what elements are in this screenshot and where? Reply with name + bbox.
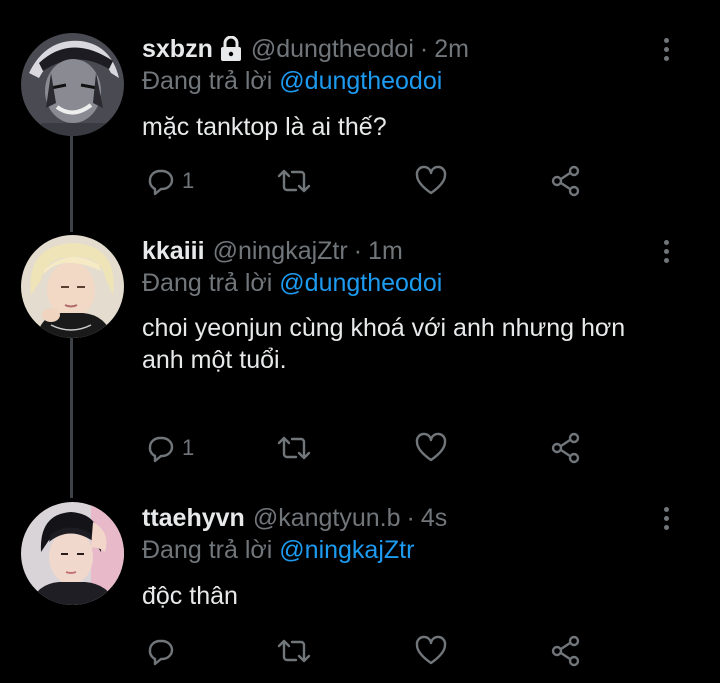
mention-link[interactable]: @ningkajZtr: [279, 536, 414, 564]
replying-to: Đang trả lời @ningkajZtr: [142, 536, 414, 565]
tweet-text-line: độc thân: [142, 582, 238, 610]
display-name[interactable]: ttaehyvn: [142, 504, 245, 533]
timestamp[interactable]: 2m: [434, 35, 469, 64]
tweet-text: mặc tanktop là ai thế?: [142, 111, 702, 143]
share-button[interactable]: [550, 430, 582, 466]
action-bar: 1: [142, 430, 702, 466]
share-button[interactable]: [550, 163, 582, 199]
tweet-text: choi yeonjun cùng khoá với anh nhưng hơn…: [142, 312, 702, 376]
blonde-person-avatar: [21, 235, 124, 338]
avatar[interactable]: [21, 33, 124, 136]
share-icon: [551, 635, 580, 667]
reply-icon: [148, 169, 174, 196]
reply-icon: [148, 639, 174, 666]
mention-link[interactable]: @dungtheodoi: [279, 269, 442, 297]
separator-dot: ·: [353, 236, 363, 265]
retweet-button[interactable]: [276, 633, 312, 669]
reply-icon: [148, 436, 174, 463]
avatar[interactable]: [21, 235, 124, 338]
heart-icon: [415, 432, 447, 462]
like-button[interactable]: [414, 163, 448, 199]
more-vertical-icon[interactable]: [656, 235, 676, 267]
user-handle[interactable]: @dungtheodoi: [251, 35, 414, 64]
share-button[interactable]: [550, 633, 582, 669]
dark-haired-person-avatar: [21, 502, 124, 605]
reply-button[interactable]: [144, 633, 176, 669]
separator-dot: ·: [406, 503, 415, 532]
retweet-icon: [277, 639, 311, 663]
reply-count: 1: [182, 435, 195, 460]
action-bar: [142, 633, 702, 669]
tweet-text-line: choi yeonjun cùng khoá với anh nhưng hơn: [142, 314, 626, 342]
anime-character-avatar: [21, 33, 124, 136]
share-icon: [551, 165, 580, 197]
replying-to: Đang trả lời @dungtheodoi: [142, 269, 442, 298]
replying-prefix: Đang trả lời: [142, 269, 280, 297]
retweet-icon: [277, 436, 311, 460]
tweet-text-line: anh một tuổi.: [142, 346, 287, 374]
timestamp[interactable]: 1m: [368, 237, 403, 266]
more-vertical-icon[interactable]: [656, 502, 676, 534]
share-icon: [551, 432, 580, 464]
timestamp[interactable]: 4s: [421, 504, 447, 533]
tweet-header: kkaiii @ningkajZtr · 1m: [142, 235, 403, 267]
tweet-text: độc thân: [142, 580, 702, 612]
display-name[interactable]: sxbzn: [142, 35, 213, 64]
separator-dot: ·: [419, 34, 429, 63]
tweet[interactable]: ttaehyvn @kangtyun.b · 4s Đang trả lời @…: [0, 502, 720, 677]
reply-button[interactable]: 1: [144, 163, 194, 199]
heart-icon: [415, 635, 447, 665]
reply-button[interactable]: 1: [144, 430, 194, 466]
mention-link[interactable]: @dungtheodoi: [279, 67, 442, 95]
display-name[interactable]: kkaiii: [142, 237, 205, 266]
retweet-icon: [277, 169, 311, 193]
tweet-header: ttaehyvn @kangtyun.b · 4s: [142, 502, 447, 534]
tweet-text-line: mặc tanktop là ai thế?: [142, 113, 387, 141]
user-handle[interactable]: @kangtyun.b: [253, 504, 401, 533]
tweet[interactable]: kkaiii @ningkajZtr · 1m Đang trả lời @du…: [0, 235, 720, 475]
tweet[interactable]: sxbzn @dungtheodoi · 2m Đang trả lời @du…: [0, 33, 720, 203]
heart-icon: [415, 165, 447, 195]
user-handle[interactable]: @ningkajZtr: [213, 237, 348, 266]
like-button[interactable]: [414, 430, 448, 466]
replying-to: Đang trả lời @dungtheodoi: [142, 67, 442, 96]
tweet-header: sxbzn @dungtheodoi · 2m: [142, 33, 469, 65]
like-button[interactable]: [414, 633, 448, 669]
avatar[interactable]: [21, 502, 124, 605]
action-bar: 1: [142, 163, 702, 199]
retweet-button[interactable]: [276, 430, 312, 466]
replying-prefix: Đang trả lời: [142, 536, 280, 564]
reply-count: 1: [182, 168, 195, 193]
retweet-button[interactable]: [276, 163, 312, 199]
lock-icon: [219, 36, 243, 62]
replying-prefix: Đang trả lời: [142, 67, 280, 95]
more-vertical-icon[interactable]: [656, 33, 676, 65]
